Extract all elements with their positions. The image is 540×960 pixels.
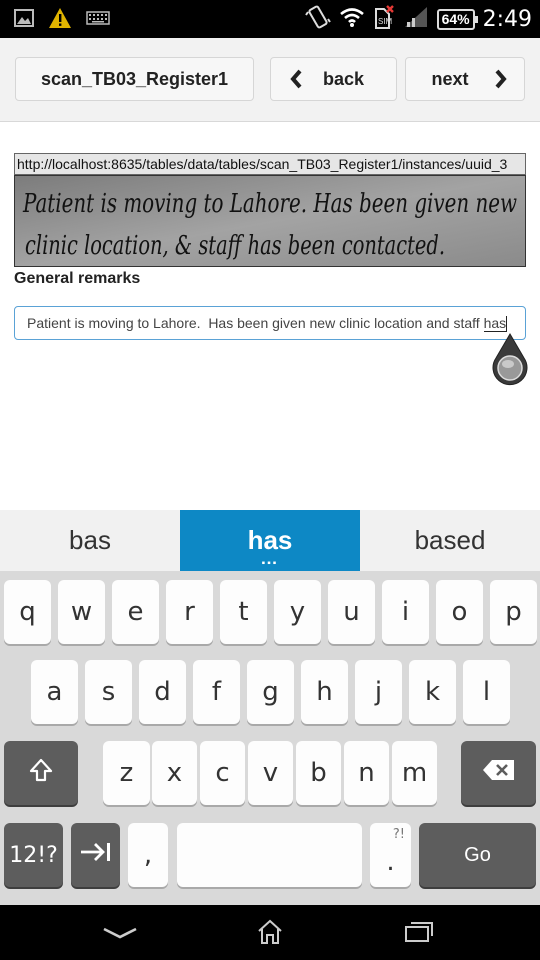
suggestion-selected[interactable]: has ▪▪▪ xyxy=(180,510,360,571)
suggestion-selected-label: has xyxy=(247,525,293,555)
wifi-icon xyxy=(339,5,365,34)
signal-icon xyxy=(403,5,429,34)
image-url: http://localhost:8635/tables/data/tables… xyxy=(14,153,526,175)
tab-icon xyxy=(79,840,113,870)
system-navigation-bar xyxy=(0,905,540,960)
back-button[interactable]: back xyxy=(270,57,397,101)
space-key[interactable] xyxy=(177,823,362,887)
key-j[interactable]: j xyxy=(355,660,402,724)
next-button[interactable]: next xyxy=(405,57,525,101)
sim-error-icon: SIM xyxy=(373,4,395,35)
chevron-right-icon xyxy=(494,68,508,95)
key-o[interactable]: o xyxy=(436,580,483,644)
vibrate-icon xyxy=(304,4,331,35)
composing-word: has xyxy=(483,315,507,332)
general-remarks-input[interactable]: Patient is moving to Lahore. Has been gi… xyxy=(14,306,526,340)
soft-keyboard: q w e r t y u i o p a s d f g h j k l z … xyxy=(0,571,540,905)
key-u[interactable]: u xyxy=(328,580,375,644)
key-y[interactable]: y xyxy=(274,580,321,644)
key-e[interactable]: e xyxy=(112,580,159,644)
key-s[interactable]: s xyxy=(85,660,132,724)
key-m[interactable]: m xyxy=(392,741,437,805)
key-b[interactable]: b xyxy=(296,741,341,805)
keyboard-icon xyxy=(86,10,110,31)
handwritten-scan-image: Patient is moving to Lahore. Has been gi… xyxy=(14,175,526,267)
go-key[interactable]: Go xyxy=(419,823,536,887)
key-l[interactable]: l xyxy=(463,660,510,724)
shift-key[interactable] xyxy=(4,741,78,805)
key-w[interactable]: w xyxy=(58,580,105,644)
next-label: next xyxy=(431,68,469,89)
period-key[interactable]: ?! . xyxy=(370,823,411,887)
comma-key[interactable]: , xyxy=(128,823,168,887)
warning-icon xyxy=(48,7,72,34)
input-text: Patient is moving to Lahore. Has been gi… xyxy=(27,315,484,331)
key-h[interactable]: h xyxy=(301,660,348,724)
form-title: scan_TB03_Register1 xyxy=(40,68,229,89)
form-title-button[interactable]: scan_TB03_Register1 xyxy=(15,57,254,101)
backspace-key[interactable] xyxy=(461,741,536,805)
key-n[interactable]: n xyxy=(344,741,389,805)
home-icon[interactable] xyxy=(256,919,284,950)
key-d[interactable]: d xyxy=(139,660,186,724)
recent-apps-icon[interactable] xyxy=(404,921,434,948)
svg-text:clinic location, & staff has b: clinic location, & staff has been contac… xyxy=(25,231,445,261)
status-bar: SIM 64% 2:49 xyxy=(0,0,540,38)
key-r[interactable]: r xyxy=(166,580,213,644)
key-p[interactable]: p xyxy=(490,580,537,644)
svg-text:SIM: SIM xyxy=(378,17,393,26)
key-f[interactable]: f xyxy=(193,660,240,724)
general-remarks-label: General remarks xyxy=(14,270,141,287)
hide-keyboard-icon[interactable] xyxy=(102,925,138,946)
text-caret xyxy=(506,316,508,333)
form-navigation-bar: scan_TB03_Register1 back next xyxy=(0,38,540,122)
key-z[interactable]: z xyxy=(103,741,150,805)
period-label: . xyxy=(386,847,395,877)
chevron-left-icon xyxy=(289,68,303,95)
clock: 2:49 xyxy=(482,7,532,32)
suggestion-right[interactable]: based xyxy=(360,510,540,571)
key-c[interactable]: c xyxy=(200,741,245,805)
key-t[interactable]: t xyxy=(220,580,267,644)
more-suggestions-indicator: ▪▪▪ xyxy=(261,558,279,569)
key-g[interactable]: g xyxy=(247,660,294,724)
key-x[interactable]: x xyxy=(152,741,197,805)
suggestion-strip: bas has ▪▪▪ based xyxy=(0,510,540,571)
key-a[interactable]: a xyxy=(31,660,78,724)
tab-key[interactable] xyxy=(71,823,120,887)
back-label: back xyxy=(322,68,365,89)
key-v[interactable]: v xyxy=(248,741,293,805)
shift-icon xyxy=(28,757,54,790)
period-alt-label: ?! xyxy=(392,827,405,842)
backspace-icon xyxy=(482,758,516,789)
battery-icon: 64% xyxy=(436,9,478,30)
key-q[interactable]: q xyxy=(4,580,51,644)
svg-text:Patient is moving to Lahore. H: Patient is moving to Lahore. Has been gi… xyxy=(22,189,517,219)
key-k[interactable]: k xyxy=(409,660,456,724)
image-icon xyxy=(14,9,34,32)
symbols-key[interactable]: 12!? xyxy=(4,823,63,887)
suggestion-left[interactable]: bas xyxy=(0,510,180,571)
text-cursor-handle[interactable] xyxy=(488,332,532,395)
key-i[interactable]: i xyxy=(382,580,429,644)
